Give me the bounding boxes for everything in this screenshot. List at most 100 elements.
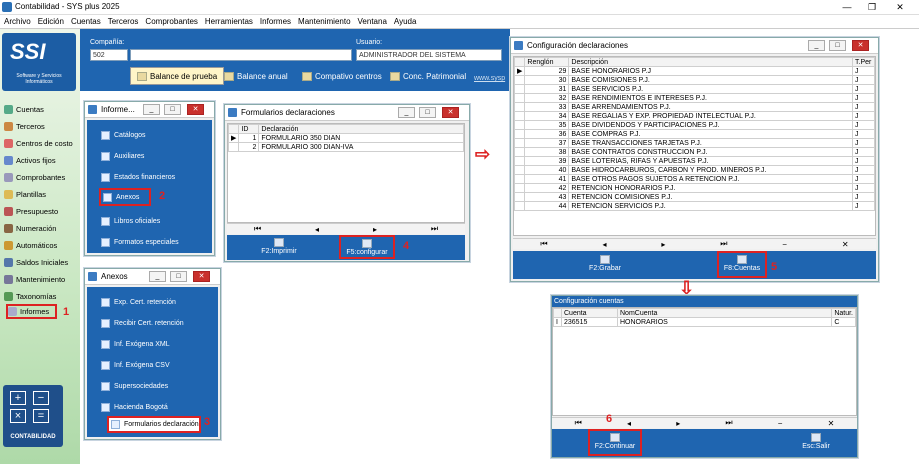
table-row[interactable]: 41 BASE OTROS PAGOS SUJETOS A RETENCION P… (514, 174, 875, 184)
table-row[interactable]: 39 BASE LOTERIAS, RIFAS Y APUESTAS P.J. J (514, 156, 875, 166)
table-row[interactable]: 42 RETENCION HONORARIOS P.J. J (514, 183, 875, 193)
maximize-button[interactable]: □ (164, 104, 181, 115)
table-row[interactable]: 33 BASE ARRENDAMIENTOS P.J. J (514, 102, 875, 112)
sidebar-item-numeracion[interactable]: Numeración (4, 221, 56, 235)
menu-item-exogena-xml[interactable]: Inf. Exógena XML (101, 337, 170, 351)
prev-icon[interactable]: ◂ (602, 240, 606, 249)
table-row[interactable]: 44 RETENCION SERVICIOS P.J. J (514, 201, 875, 211)
menu-item-supersociedades[interactable]: Supersociedades (101, 379, 168, 393)
sidebar-item-saldos[interactable]: Saldos Iniciales (4, 255, 68, 269)
table-row[interactable]: 30 BASE COMISIONES P.J. J (514, 75, 875, 85)
table-row[interactable]: 32 BASE RENDIMIENTOS E INTERESES P.J. J (514, 93, 875, 103)
menu-mantenimiento[interactable]: Mantenimiento (298, 15, 350, 28)
calculator-icon[interactable]: + − × = CONTABILIDAD (3, 385, 63, 447)
sidebar-item-comprobantes[interactable]: Comprobantes (4, 170, 65, 184)
next-icon[interactable]: ▸ (661, 240, 665, 249)
menu-terceros[interactable]: Terceros (108, 15, 139, 28)
next-icon[interactable]: ▸ (373, 225, 377, 234)
website-link[interactable]: www.sysp (474, 75, 505, 82)
sidebar-item-cuentas[interactable]: Cuentas (4, 102, 44, 116)
menu-ventana[interactable]: Ventana (358, 15, 387, 28)
menu-item-formularios[interactable]: Formularios declaración (107, 416, 201, 433)
menu-item-estados[interactable]: Estados financieros (101, 170, 175, 184)
sidebar-item-mantenimiento[interactable]: Mantenimiento (4, 272, 65, 286)
first-icon[interactable]: ⏮ (575, 418, 582, 428)
balance-prueba-button[interactable]: Balance de prueba (130, 67, 225, 85)
close-button[interactable]: ✕ (442, 107, 459, 118)
maximize-button[interactable]: □ (829, 40, 846, 51)
table-row[interactable]: I 236515 HONORARIOS C (553, 317, 856, 327)
next-icon[interactable]: ▸ (676, 419, 680, 428)
minimize-button[interactable]: — (835, 1, 859, 13)
table-row[interactable]: 37 BASE TRANSACCIONES TARJETAS P.J. J (514, 138, 875, 148)
close-button[interactable]: ✕ (193, 271, 210, 282)
last-icon[interactable]: ⏭ (725, 418, 732, 428)
compania-code-field[interactable]: 502 (90, 49, 128, 61)
menu-item-anexos[interactable]: Anexos (99, 188, 151, 206)
menu-edicion[interactable]: Edición (38, 15, 64, 28)
last-icon[interactable]: ⏭ (720, 239, 727, 249)
table-row[interactable]: 36 BASE COMPRAS P.J. J (514, 129, 875, 139)
prev-icon[interactable]: ◂ (315, 225, 319, 234)
table-row[interactable]: 2 FORMULARIO 300 DIAN-IVA (227, 142, 464, 152)
sidebar-item-activos[interactable]: Activos fijos (4, 153, 56, 167)
menu-item-libros[interactable]: Libros oficiales (101, 214, 160, 228)
menu-informes[interactable]: Informes (260, 15, 291, 28)
cuentas-button[interactable]: F8:Cuentas (717, 251, 767, 278)
menu-item-auxiliares[interactable]: Auxiliares (101, 149, 144, 163)
menu-item-hacienda[interactable]: Hacienda Bogotá (101, 400, 168, 414)
table-row[interactable]: 38 BASE CONTRATOS CONSTRUCCION P.J. J (514, 147, 875, 157)
close-button[interactable]: ✕ (187, 104, 204, 115)
last-icon[interactable]: ⏭ (431, 224, 438, 234)
table-row[interactable]: 43 RETENCION COMISIONES P.J. J (514, 192, 875, 202)
sidebar-item-informes[interactable]: Informes (6, 304, 57, 319)
menu-cuentas[interactable]: Cuentas (71, 15, 101, 28)
sidebar-item-presupuesto[interactable]: Presupuesto (4, 204, 58, 218)
table-row[interactable]: 31 BASE SERVICIOS P.J. J (514, 84, 875, 94)
table-row[interactable]: 34 BASE REGALIAS Y EXP. PROPIEDAD INTELEC… (514, 111, 875, 121)
menu-item-formatos[interactable]: Formatos especiales (101, 235, 179, 249)
menu-item-catalogos[interactable]: Catálogos (101, 128, 146, 142)
table-row[interactable]: 35 BASE DIVIDENDOS Y PARTICIPACIONES P.J.… (514, 120, 875, 130)
maximize-button[interactable]: □ (419, 107, 436, 118)
cancel-icon[interactable]: ✕ (828, 419, 835, 428)
table-row[interactable]: 40 BASE HIDROCARBUROS, CARBON Y PROD. MIN… (514, 165, 875, 175)
minimize-button[interactable]: _ (398, 107, 415, 118)
menu-ayuda[interactable]: Ayuda (394, 15, 417, 28)
menu-comprobantes[interactable]: Comprobantes (145, 15, 197, 28)
restore-button[interactable]: ❐ (860, 1, 884, 13)
delete-icon[interactable]: − (782, 240, 787, 249)
imprimir-button[interactable]: F2:Imprimir (257, 236, 301, 255)
cancel-icon[interactable]: ✕ (842, 240, 849, 249)
menu-herramientas[interactable]: Herramientas (205, 15, 253, 28)
compativo-centros-button[interactable]: Compativo centros (302, 67, 382, 85)
sidebar-item-plantillas[interactable]: Plantillas (4, 187, 46, 201)
prev-icon[interactable]: ◂ (627, 419, 631, 428)
sidebar-item-terceros[interactable]: Terceros (4, 119, 45, 133)
minimize-button[interactable]: _ (143, 104, 160, 115)
close-button[interactable]: ✕ (852, 40, 869, 51)
first-icon[interactable]: ⏮ (540, 239, 547, 249)
minimize-button[interactable]: _ (808, 40, 825, 51)
menu-archivo[interactable]: Archivo (4, 15, 31, 28)
menu-item-exp-cert[interactable]: Exp. Cert. retención (101, 295, 176, 309)
compania-name-field[interactable] (130, 49, 352, 61)
maximize-button[interactable]: □ (170, 271, 187, 282)
minimize-button[interactable]: _ (149, 271, 166, 282)
usuario-field[interactable]: ADMINISTRADOR DEL SISTEMA (356, 49, 502, 61)
menu-item-recibir-cert[interactable]: Recibir Cert. retención (101, 316, 184, 330)
continuar-button[interactable]: F2:Continuar (588, 429, 642, 456)
sidebar-item-automaticos[interactable]: Automáticos (4, 238, 57, 252)
salir-button[interactable]: Esc:Salir (796, 431, 836, 450)
conc-patrimonial-button[interactable]: Conc. Patrimonial (390, 67, 466, 85)
table-row[interactable]: ▶ 29 BASE HONORARIOS P.J J (514, 66, 875, 76)
delete-icon[interactable]: − (778, 419, 783, 428)
configurar-button[interactable]: F5:configurar (339, 235, 395, 259)
balance-anual-button[interactable]: Balance anual (224, 67, 288, 85)
grabar-button[interactable]: F2:Grabar (583, 253, 627, 272)
sidebar-item-centros[interactable]: Centros de costo (4, 136, 73, 150)
close-button[interactable]: ✕ (888, 1, 912, 13)
sidebar-item-taxonomias[interactable]: Taxonomías (4, 289, 56, 303)
menu-item-exogena-csv[interactable]: Inf. Exógena CSV (101, 358, 170, 372)
first-icon[interactable]: ⏮ (254, 224, 261, 234)
